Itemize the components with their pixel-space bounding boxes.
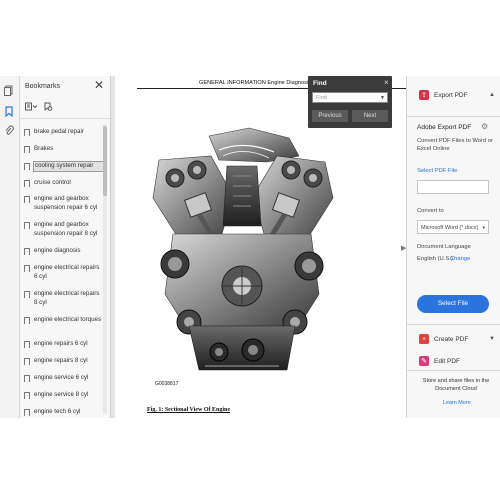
edit-pdf-label: Edit PDF (434, 358, 461, 365)
find-title: Find (313, 80, 327, 87)
chevron-down-icon[interactable]: ▼ (380, 95, 385, 101)
selected-file-field[interactable] (417, 180, 489, 194)
bookmark-icon (24, 358, 30, 365)
find-bookmark-icon[interactable] (44, 102, 53, 114)
chevron-down-icon: ▾ (482, 224, 485, 231)
page-bottom-margin (0, 418, 500, 500)
close-icon[interactable]: ✕ (94, 79, 104, 91)
edit-pdf-icon: ✎ (419, 356, 429, 366)
bookmark-icon (24, 392, 30, 399)
bookmark-icon (24, 375, 30, 382)
export-pdf-header[interactable]: ⇪ Export PDF ▲ (407, 76, 500, 116)
export-description: Convert PDF Files to Word or Excel Onlin… (417, 138, 493, 152)
bookmark-icon (24, 146, 30, 153)
bookmark-icon (24, 291, 30, 298)
export-pdf-label: Export PDF (434, 92, 468, 99)
create-pdf-label: Create PDF (434, 336, 469, 343)
divider (407, 116, 500, 117)
bookmark-options-icon[interactable] (25, 102, 38, 113)
convert-to-select[interactable]: Microsoft Word (*.docx) ▾ (417, 220, 489, 234)
pdf-viewer-window: Bookmarks ✕ brake pedal repair Brakes co… (0, 76, 500, 418)
right-tools-panel: ⇪ Export PDF ▲ Adobe Export PDF ⚙ Conver… (406, 76, 500, 418)
divider (407, 370, 500, 371)
convert-to-label: Convert to (417, 208, 444, 214)
select-file-button[interactable]: Select File (417, 295, 489, 313)
bookmark-icon (24, 341, 30, 348)
bookmark-icon (24, 180, 30, 187)
cloud-settings-icon[interactable]: ⚙ (481, 122, 488, 131)
bookmark-icon (24, 163, 30, 170)
bookmarks-scroll-thumb[interactable] (103, 126, 107, 196)
figure-caption: Fig. 1: Sectional View Of Engine (147, 407, 230, 413)
bookmarks-title: Bookmarks (25, 83, 61, 90)
bookmarks-panel: Bookmarks ✕ brake pedal repair Brakes co… (20, 76, 111, 418)
create-pdf-item[interactable]: + Create PDF ▼ (407, 330, 500, 350)
figure-code: G0038817 (155, 381, 179, 387)
bookmark-icon (24, 409, 30, 416)
attachments-icon[interactable] (3, 124, 15, 136)
bookmark-icon (24, 317, 30, 324)
bookmark-icon (24, 129, 30, 136)
document-area: GENERAL INFORMATION Engine Diagnosis - O… (111, 76, 407, 418)
engine-cutaway-illustration (152, 127, 334, 371)
left-tool-rail (0, 76, 20, 418)
convert-to-value: Microsoft Word (*.docx) (421, 224, 479, 231)
document-language-label: Document Language (417, 244, 471, 250)
chevron-up-icon[interactable]: ▲ (489, 92, 495, 98)
find-popup: Find × Find ▼ Previous Next (308, 76, 392, 128)
bookmark-icon (24, 196, 30, 203)
next-button[interactable]: Next (352, 110, 388, 122)
previous-button[interactable]: Previous (312, 110, 348, 122)
find-placeholder: Find (316, 94, 327, 101)
document-language-value: English (U.S.) (417, 256, 453, 262)
create-pdf-icon: + (419, 334, 429, 344)
chevron-down-icon[interactable]: ▼ (489, 336, 495, 342)
bookmarks-toolbar (20, 100, 110, 119)
change-language-link[interactable]: Change (450, 256, 470, 262)
bookmarks-list: brake pedal repair Brakes cooling system… (20, 122, 104, 418)
export-pdf-icon: ⇪ (419, 90, 429, 100)
learn-more-link[interactable]: Learn More (443, 400, 471, 406)
adobe-export-title: Adobe Export PDF (417, 124, 472, 131)
bookmark-icon (24, 222, 30, 229)
edit-pdf-item[interactable]: ✎ Edit PDF (407, 354, 500, 370)
select-pdf-link[interactable]: Select PDF File (417, 168, 457, 174)
find-input[interactable]: Find ▼ (312, 92, 388, 103)
page-thumbnails-icon[interactable] (3, 84, 15, 96)
cloud-promo-text: Store and share files in the Document Cl… (422, 378, 490, 392)
bookmark-icon (24, 265, 30, 272)
bookmarks-header: Bookmarks ✕ (20, 76, 110, 98)
bookmark-icon (24, 248, 30, 255)
divider (407, 324, 500, 325)
bookmarks-icon[interactable] (3, 105, 15, 117)
close-icon[interactable]: × (384, 78, 389, 87)
